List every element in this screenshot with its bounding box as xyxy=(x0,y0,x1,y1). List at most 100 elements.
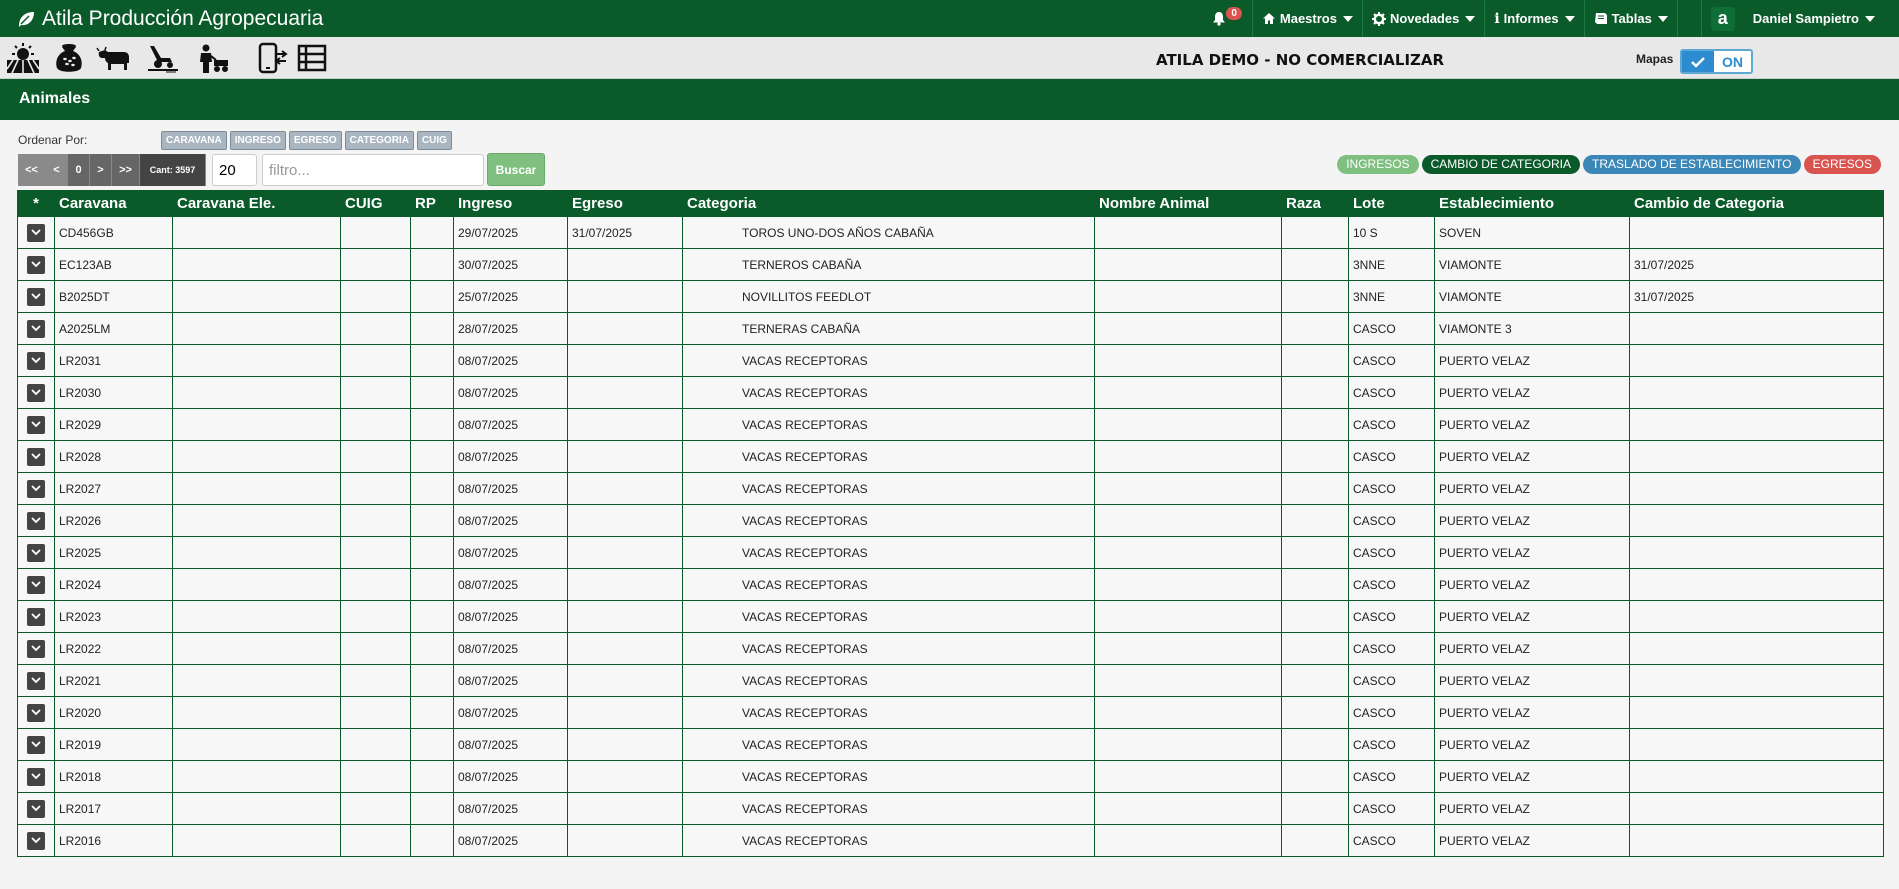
column-header-rp[interactable]: RP xyxy=(410,190,454,217)
table-row[interactable]: LR2019 08/07/2025 VACAS RECEPTORAS CASCO PUE… xyxy=(17,728,1884,761)
table-row[interactable]: LR2031 08/07/2025 VACAS RECEPTORAS CASCO PUE… xyxy=(17,344,1884,377)
chevron-down-icon[interactable] xyxy=(27,703,45,722)
chevron-down-icon[interactable] xyxy=(27,447,45,466)
chevron-down-icon[interactable] xyxy=(27,799,45,818)
traslado-establecimiento-pill[interactable]: TRASLADO DE ESTABLECIMIENTO xyxy=(1583,155,1801,174)
cell-egreso xyxy=(567,408,683,441)
column-header-cambio-categoria[interactable]: Cambio de Categoria xyxy=(1629,190,1884,217)
cell-caravana-ele xyxy=(172,760,341,793)
column-header-caravana[interactable]: Caravana xyxy=(54,190,173,217)
chevron-down-icon[interactable] xyxy=(27,639,45,658)
column-header-lote[interactable]: Lote xyxy=(1348,190,1435,217)
column-header-cuig[interactable]: CUIG xyxy=(340,190,411,217)
chevron-down-icon[interactable] xyxy=(27,767,45,786)
top-navbar: Atila Producción Agropecuaria 0 Maestros… xyxy=(0,0,1899,37)
chevron-down-icon[interactable] xyxy=(27,351,45,370)
column-header-categoria[interactable]: Categoria xyxy=(682,190,1095,217)
cow-icon[interactable] xyxy=(96,42,130,74)
column-header-caravana-ele[interactable]: Caravana Ele. xyxy=(172,190,341,217)
table-row[interactable]: LR2028 08/07/2025 VACAS RECEPTORAS CASCO PUE… xyxy=(17,440,1884,473)
table-row[interactable]: B2025DT 25/07/2025 NOVILLITOS FEEDLOT 3NNE V… xyxy=(17,280,1884,313)
chevron-down-icon[interactable] xyxy=(27,223,45,242)
worker-icon[interactable] xyxy=(196,42,230,74)
chevron-down-icon[interactable] xyxy=(27,607,45,626)
table-row[interactable]: LR2022 08/07/2025 VACAS RECEPTORAS CASCO PUE… xyxy=(17,632,1884,665)
farm-field-icon[interactable] xyxy=(6,42,40,74)
chevron-down-icon[interactable] xyxy=(27,575,45,594)
next-page-button[interactable]: > xyxy=(90,154,112,186)
chevron-down-icon[interactable] xyxy=(27,415,45,434)
table-row[interactable]: EC123AB 30/07/2025 TERNEROS CABAÑA 3NNE VIAM… xyxy=(17,248,1884,281)
chevron-down-icon[interactable] xyxy=(27,287,45,306)
table-row[interactable]: LR2029 08/07/2025 VACAS RECEPTORAS CASCO PUE… xyxy=(17,408,1884,441)
cell-nombre-animal xyxy=(1094,600,1282,633)
row-expander-cell xyxy=(17,536,55,569)
table-row[interactable]: LR2024 08/07/2025 VACAS RECEPTORAS CASCO PUE… xyxy=(17,568,1884,601)
table-row[interactable]: LR2018 08/07/2025 VACAS RECEPTORAS CASCO PUE… xyxy=(17,760,1884,793)
column-header-raza[interactable]: Raza xyxy=(1281,190,1349,217)
chevron-down-icon[interactable] xyxy=(27,543,45,562)
sort-egreso-button[interactable]: EGRESO xyxy=(288,131,342,150)
sort-categoria-button[interactable]: CATEGORIA xyxy=(344,131,414,150)
chevron-down-icon[interactable] xyxy=(27,671,45,690)
column-header-egreso[interactable]: Egreso xyxy=(567,190,683,217)
list-table-icon[interactable] xyxy=(296,42,330,74)
cell-rp xyxy=(410,504,454,537)
sort-cuig-button[interactable]: CUIG xyxy=(416,131,452,150)
page-size-input[interactable] xyxy=(212,154,257,186)
first-page-button[interactable]: << xyxy=(18,154,46,186)
chevron-down-icon[interactable] xyxy=(27,735,45,754)
cell-establecimiento: PUERTO VELAZ xyxy=(1434,824,1630,857)
user-menu[interactable]: a Daniel Sampietro xyxy=(1700,0,1899,37)
prev-page-button[interactable]: < xyxy=(46,154,68,186)
cell-caravana-ele xyxy=(172,728,341,761)
seed-bag-icon[interactable] xyxy=(52,42,86,74)
row-expander-cell xyxy=(17,504,55,537)
filter-input[interactable] xyxy=(262,154,484,186)
table-row[interactable]: LR2027 08/07/2025 VACAS RECEPTORAS CASCO PUE… xyxy=(17,472,1884,505)
table-row[interactable]: LR2030 08/07/2025 VACAS RECEPTORAS CASCO PUE… xyxy=(17,376,1884,409)
notifications-button[interactable]: 0 xyxy=(1203,0,1252,37)
brand[interactable]: Atila Producción Agropecuaria xyxy=(16,7,323,31)
cell-caravana: CD456GB xyxy=(54,216,173,249)
search-button[interactable]: Buscar xyxy=(487,153,545,186)
mobile-transfer-icon[interactable] xyxy=(256,42,290,74)
cell-nombre-animal xyxy=(1094,824,1282,857)
column-header-ingreso[interactable]: Ingreso xyxy=(453,190,568,217)
menu-maestros[interactable]: Maestros xyxy=(1251,0,1362,37)
chevron-down-icon[interactable] xyxy=(27,479,45,498)
table-row[interactable]: LR2025 08/07/2025 VACAS RECEPTORAS CASCO PUE… xyxy=(17,536,1884,569)
table-row[interactable]: LR2021 08/07/2025 VACAS RECEPTORAS CASCO PUE… xyxy=(17,664,1884,697)
sort-ingreso-button[interactable]: INGRESO xyxy=(229,131,286,150)
chevron-down-icon[interactable] xyxy=(27,831,45,850)
ingresos-pill[interactable]: INGRESOS xyxy=(1337,155,1419,174)
cell-cuig xyxy=(340,632,411,665)
sort-caravana-button[interactable]: CARAVANA xyxy=(161,131,227,150)
egresos-pill[interactable]: EGRESOS xyxy=(1803,155,1881,174)
cambio-categoria-pill[interactable]: CAMBIO DE CATEGORIA xyxy=(1421,155,1581,174)
table-row[interactable]: LR2016 08/07/2025 VACAS RECEPTORAS CASCO PUE… xyxy=(17,824,1884,857)
mapas-toggle[interactable]: ON xyxy=(1680,49,1753,74)
table-row[interactable]: CD456GB 29/07/2025 31/07/2025 TOROS UNO-DOS… xyxy=(17,216,1884,249)
cell-caravana-ele xyxy=(172,568,341,601)
table-row[interactable]: LR2023 08/07/2025 VACAS RECEPTORAS CASCO PUE… xyxy=(17,600,1884,633)
chevron-down-icon[interactable] xyxy=(27,383,45,402)
table-row[interactable]: LR2017 08/07/2025 VACAS RECEPTORAS CASCO PUE… xyxy=(17,792,1884,825)
chevron-down-icon[interactable] xyxy=(27,511,45,530)
menu-novedades[interactable]: Novedades xyxy=(1361,0,1484,37)
menu-informes-label: Informes xyxy=(1503,11,1559,26)
table-row[interactable]: A2025LM 28/07/2025 TERNERAS CABAÑA CASCO VIA… xyxy=(17,312,1884,345)
column-header-establecimiento[interactable]: Establecimiento xyxy=(1434,190,1630,217)
table-row[interactable]: LR2026 08/07/2025 VACAS RECEPTORAS CASCO PUE… xyxy=(17,504,1884,537)
menu-informes[interactable]: i Informes xyxy=(1484,0,1583,37)
column-header-nombre-animal[interactable]: Nombre Animal xyxy=(1094,190,1282,217)
column-header-select[interactable]: * xyxy=(17,190,55,217)
current-page[interactable]: 0 xyxy=(68,154,90,186)
cell-establecimiento: PUERTO VELAZ xyxy=(1434,600,1630,633)
tractor-icon[interactable] xyxy=(146,42,180,74)
last-page-button[interactable]: >> xyxy=(112,154,140,186)
chevron-down-icon[interactable] xyxy=(27,319,45,338)
menu-tablas[interactable]: Tablas xyxy=(1583,0,1677,37)
chevron-down-icon[interactable] xyxy=(27,255,45,274)
table-row[interactable]: LR2020 08/07/2025 VACAS RECEPTORAS CASCO PUE… xyxy=(17,696,1884,729)
